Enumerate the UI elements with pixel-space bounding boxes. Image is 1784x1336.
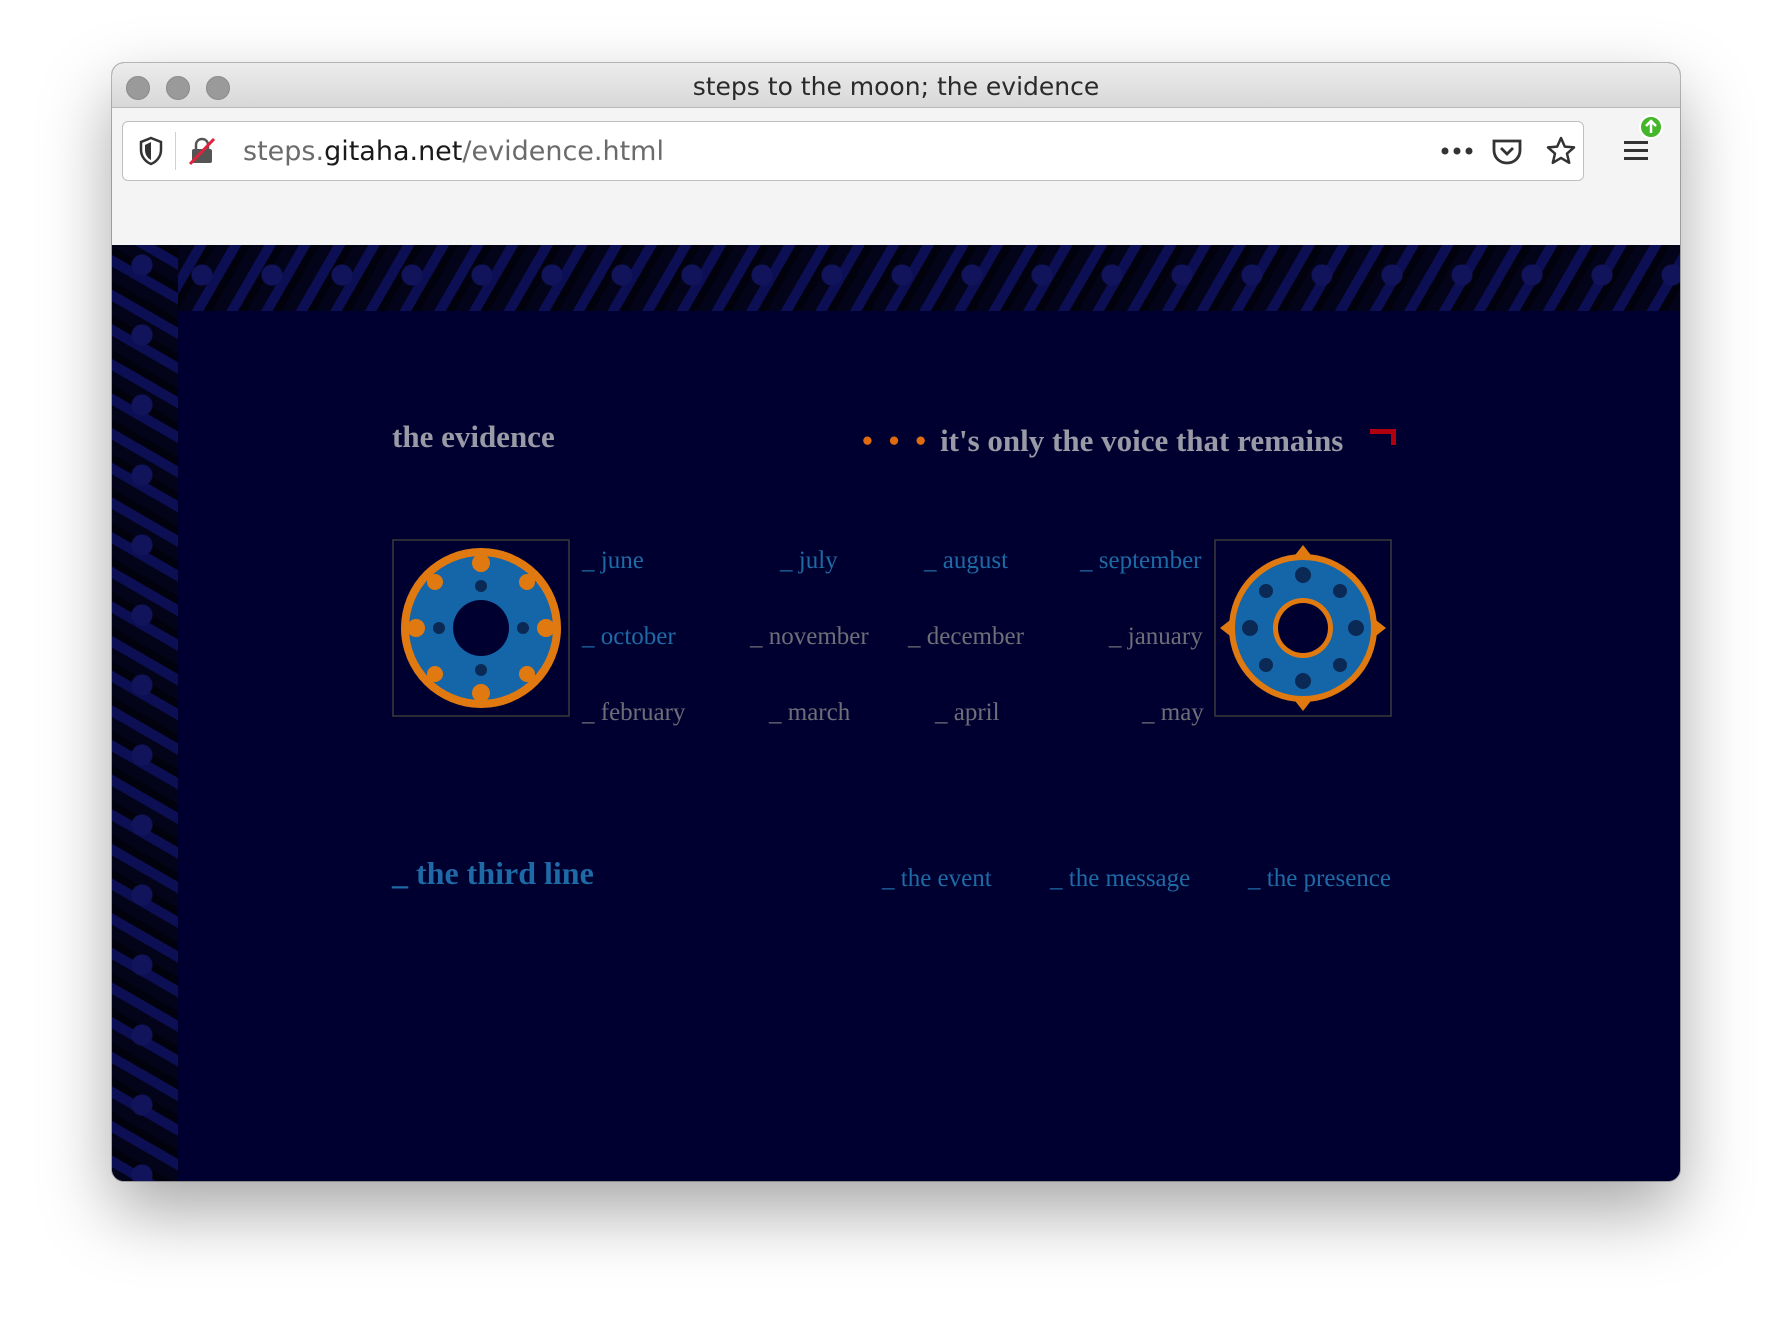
bookmark-star-icon[interactable]: [1543, 134, 1579, 168]
pocket-icon[interactable]: [1489, 134, 1525, 168]
month-link-january[interactable]: _ january: [1109, 623, 1203, 651]
tagline: • • • it's only the voice that remains: [862, 423, 1343, 459]
page-content: the evidence • • • it's only the voice th…: [112, 245, 1680, 1181]
more-icon[interactable]: [1437, 136, 1477, 166]
shield-icon[interactable]: [135, 134, 167, 168]
update-badge-icon: [1638, 114, 1664, 140]
address-bar[interactable]: steps.gitaha.net/evidence.html: [122, 121, 1584, 181]
ornament-border-top: [112, 245, 1680, 311]
month-link-march[interactable]: _ march: [769, 699, 850, 727]
message-link[interactable]: _ the message: [1050, 865, 1190, 893]
browser-window: steps to the moon; the evidence steps.gi…: [112, 63, 1680, 1181]
url-prefix: steps.: [243, 136, 325, 167]
right-emblem-icon: [1214, 539, 1392, 717]
insecure-lock-icon[interactable]: [185, 134, 219, 168]
browser-toolbar: steps.gitaha.net/evidence.html: [112, 108, 1680, 246]
url-path: /evidence.html: [462, 136, 664, 167]
page-heading: the evidence: [392, 419, 555, 454]
ornament-border-left: [112, 245, 178, 1181]
month-link-july[interactable]: _ july: [780, 547, 838, 575]
month-link-august[interactable]: _ august: [924, 547, 1008, 575]
month-link-september[interactable]: _ september: [1080, 547, 1201, 575]
tagline-dots: • • •: [862, 423, 931, 458]
corner-mark-icon: [1370, 429, 1396, 445]
month-link-june[interactable]: _ june: [582, 547, 644, 575]
month-link-november[interactable]: _ november: [750, 623, 869, 651]
month-link-april[interactable]: _ april: [935, 699, 1000, 727]
title-bar: steps to the moon; the evidence: [112, 63, 1680, 108]
month-link-december[interactable]: _ december: [908, 623, 1024, 651]
event-link[interactable]: _ the event: [882, 865, 992, 893]
url-domain: gitaha.net: [324, 136, 463, 167]
window-title: steps to the moon; the evidence: [692, 72, 1100, 101]
month-link-may[interactable]: _ may: [1142, 699, 1204, 727]
left-emblem-icon: [392, 539, 570, 717]
urlbar-divider: [175, 132, 176, 170]
tagline-text: it's only the voice that remains: [940, 423, 1344, 458]
presence-link[interactable]: _ the presence: [1248, 865, 1391, 893]
month-link-october[interactable]: _ october: [582, 623, 676, 651]
month-link-february[interactable]: _ february: [582, 699, 685, 727]
third-line-link[interactable]: _ the third line: [392, 855, 594, 892]
url-text[interactable]: steps.gitaha.net/evidence.html: [243, 136, 664, 167]
